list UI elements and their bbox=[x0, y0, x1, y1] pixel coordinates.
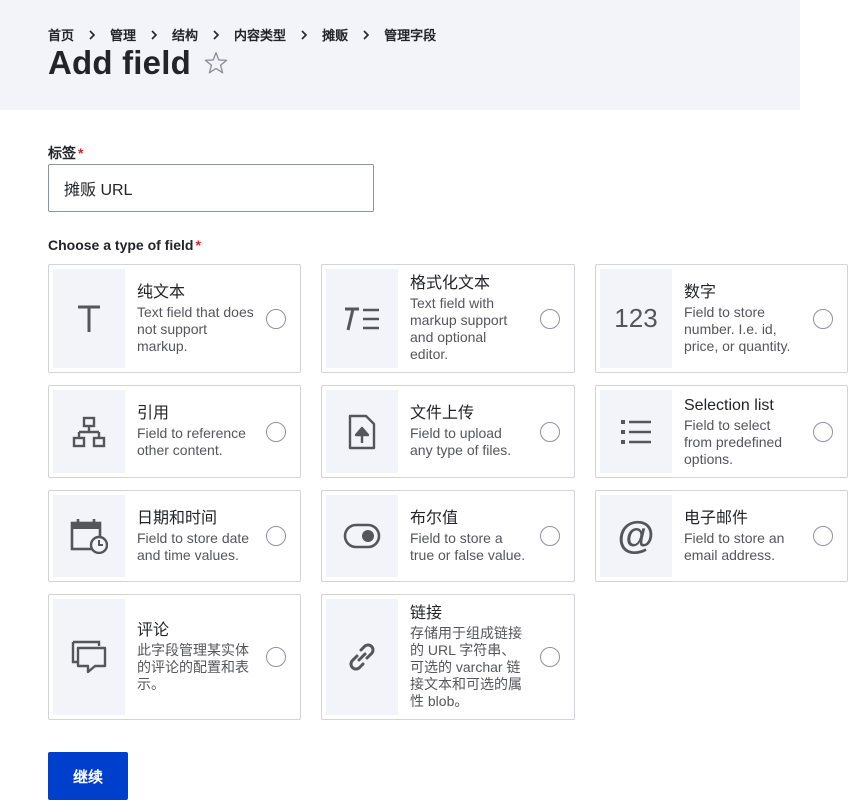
breadcrumb-item-content-types[interactable]: 内容类型 bbox=[234, 25, 286, 44]
card-text: 格式化文本 Text field with markup support and… bbox=[410, 265, 528, 372]
label-field-label: 标签 * bbox=[48, 145, 84, 161]
card-text: 引用 Field to reference other content. bbox=[137, 386, 255, 477]
field-type-datetime[interactable]: 日期和时间 Field to store date and time value… bbox=[48, 490, 301, 582]
card-text: 布尔值 Field to store a true or false value… bbox=[410, 491, 528, 581]
card-description: Field to store an email address. bbox=[684, 529, 785, 563]
card-description: 此字段管理某实体的评论的配置和表示。 bbox=[137, 642, 249, 692]
chevron-right-icon bbox=[348, 29, 384, 40]
card-description: Text field with markup support and optio… bbox=[410, 295, 508, 362]
field-type-reference[interactable]: 引用 Field to reference other content. bbox=[48, 385, 301, 478]
radio-reference[interactable] bbox=[266, 421, 286, 442]
breadcrumb-item-home[interactable]: 首页 bbox=[48, 25, 74, 44]
card-text: 纯文本 Text field that does not support mar… bbox=[137, 265, 255, 372]
card-description: Field to reference other content. bbox=[137, 425, 246, 458]
chevron-right-icon bbox=[136, 29, 172, 40]
file-upload-icon bbox=[326, 390, 398, 473]
radio-comment[interactable] bbox=[266, 647, 286, 667]
breadcrumb-item-structure[interactable]: 结构 bbox=[172, 25, 198, 44]
card-text: 电子邮件 Field to store an email address. bbox=[684, 491, 802, 581]
page-title: Add field bbox=[48, 44, 191, 81]
radio-plain-text[interactable] bbox=[266, 308, 286, 329]
formatted-text-icon bbox=[326, 269, 398, 368]
card-description: Field to store date and time values. bbox=[137, 529, 250, 563]
card-description: Field to store number. I.e. id, price, o… bbox=[684, 303, 791, 354]
breadcrumb: 首页 管理 结构 内容类型 摊贩 管理字段 bbox=[48, 25, 436, 44]
field-type-label: Choose a type of field * bbox=[48, 237, 201, 253]
field-type-file-upload[interactable]: 文件上传 Field to upload any type of files. bbox=[321, 385, 575, 478]
card-description: Field to select from predefined options. bbox=[684, 416, 783, 467]
field-type-selection-list[interactable]: Selection list Field to select from pred… bbox=[595, 385, 848, 478]
radio-boolean[interactable] bbox=[540, 526, 560, 546]
hierarchy-icon bbox=[53, 390, 125, 473]
card-title: 链接 bbox=[410, 605, 443, 622]
card-text: 数字 Field to store number. I.e. id, price… bbox=[684, 265, 802, 372]
page-title-row: Add field bbox=[48, 44, 229, 82]
link-icon bbox=[326, 599, 398, 715]
card-title: 格式化文本 bbox=[410, 275, 491, 292]
card-title: 数字 bbox=[684, 283, 717, 301]
card-description: Field to store a true or false value. bbox=[410, 529, 526, 563]
label-input[interactable] bbox=[48, 164, 374, 212]
icon-text: @ bbox=[617, 514, 655, 557]
card-description: Text field that does not support markup. bbox=[137, 303, 254, 354]
card-title: 布尔值 bbox=[410, 509, 459, 527]
radio-link[interactable] bbox=[540, 647, 560, 667]
continue-button[interactable]: 继续 bbox=[48, 752, 128, 800]
breadcrumb-item-admin[interactable]: 管理 bbox=[110, 25, 136, 44]
required-marker: * bbox=[195, 237, 201, 253]
card-description: 存储用于组成链接的 URL 字符串、可选的 varchar 链接文本和可选的属性… bbox=[410, 625, 522, 709]
field-type-formatted-text[interactable]: 格式化文本 Text field with markup support and… bbox=[321, 264, 575, 373]
list-icon bbox=[600, 390, 672, 473]
field-type-plain-text[interactable]: 纯文本 Text field that does not support mar… bbox=[48, 264, 301, 373]
icon-text: 123 bbox=[614, 303, 658, 333]
breadcrumb-item-manage-fields[interactable]: 管理字段 bbox=[384, 25, 436, 44]
card-title: 引用 bbox=[137, 405, 170, 422]
card-text: 日期和时间 Field to store date and time value… bbox=[137, 491, 255, 581]
toggle-icon bbox=[326, 495, 398, 577]
radio-file-upload[interactable] bbox=[540, 421, 560, 442]
field-type-link[interactable]: 链接 存储用于组成链接的 URL 字符串、可选的 varchar 链接文本和可选… bbox=[321, 594, 575, 720]
required-marker: * bbox=[78, 145, 84, 161]
card-text: Selection list Field to select from pred… bbox=[684, 386, 802, 477]
radio-email[interactable] bbox=[813, 526, 833, 546]
breadcrumb-item-vendor[interactable]: 摊贩 bbox=[322, 25, 348, 44]
card-description: Field to upload any type of files. bbox=[410, 425, 512, 458]
chevron-right-icon bbox=[198, 29, 234, 40]
field-type-boolean[interactable]: 布尔值 Field to store a true or false value… bbox=[321, 490, 575, 582]
chevron-right-icon bbox=[74, 29, 110, 40]
chevron-right-icon bbox=[286, 29, 322, 40]
number-123-icon: 123 bbox=[600, 269, 672, 368]
card-title: 纯文本 bbox=[137, 283, 186, 301]
card-title: 文件上传 bbox=[410, 405, 475, 422]
comment-icon bbox=[53, 599, 125, 715]
text-T-icon bbox=[53, 269, 125, 368]
field-type-email[interactable]: @ 电子邮件 Field to store an email address. bbox=[595, 490, 848, 582]
card-text: 文件上传 Field to upload any type of files. bbox=[410, 386, 528, 477]
card-title: Selection list bbox=[684, 396, 774, 414]
card-title: 日期和时间 bbox=[137, 509, 218, 527]
card-text: 链接 存储用于组成链接的 URL 字符串、可选的 varchar 链接文本和可选… bbox=[410, 595, 528, 719]
card-title: 电子邮件 bbox=[684, 509, 749, 527]
card-title: 评论 bbox=[137, 622, 170, 639]
radio-selection-list[interactable] bbox=[813, 421, 833, 442]
radio-datetime[interactable] bbox=[266, 526, 286, 546]
field-type-number[interactable]: 123 数字 Field to store number. I.e. id, p… bbox=[595, 264, 848, 373]
card-text: 评论 此字段管理某实体的评论的配置和表示。 bbox=[137, 595, 255, 719]
calendar-clock-icon bbox=[53, 495, 125, 577]
radio-number[interactable] bbox=[813, 308, 833, 329]
at-icon: @ bbox=[600, 495, 672, 577]
page-header: 首页 管理 结构 内容类型 摊贩 管理字段 Add field bbox=[0, 0, 800, 110]
radio-formatted-text[interactable] bbox=[540, 308, 560, 329]
field-type-comment[interactable]: 评论 此字段管理某实体的评论的配置和表示。 bbox=[48, 594, 301, 720]
star-icon[interactable] bbox=[203, 50, 229, 76]
